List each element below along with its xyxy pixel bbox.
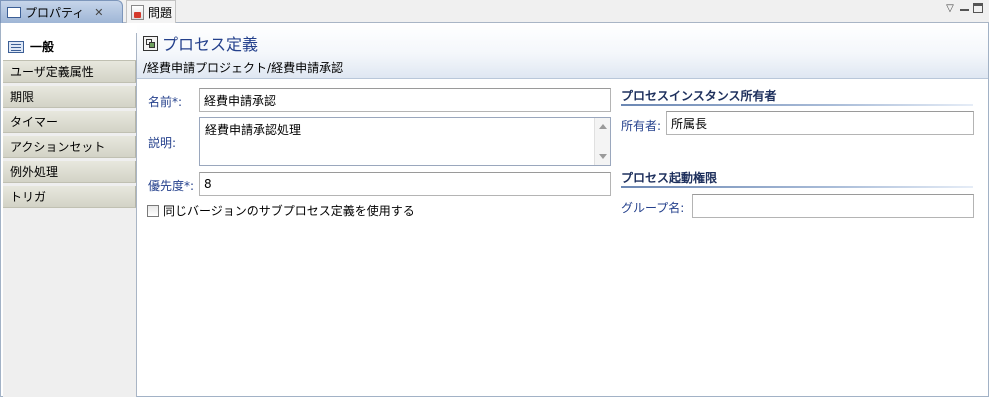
list-icon <box>8 40 24 53</box>
tab-properties[interactable]: プロパティ ✕ <box>0 0 123 23</box>
side-tab-user-attributes[interactable]: ユーザ定義属性 <box>3 61 136 83</box>
owner-field-value: 所属長 <box>671 116 708 131</box>
tab-problems[interactable]: 問題 <box>126 0 176 23</box>
description-field[interactable]: 経費申請承認処理 <box>199 117 611 166</box>
page-title: プロセス定義 <box>143 31 258 55</box>
same-version-checkbox[interactable] <box>147 204 159 217</box>
section-header: プロセス定義 /経費申請プロジェクト/経費申請承認 <box>137 24 988 79</box>
breadcrumb: /経費申請プロジェクト/経費申請承認 <box>143 61 344 75</box>
owner-section-title: プロセスインスタンス所有者 <box>621 89 777 103</box>
group-name-label: グループ名: <box>621 201 685 215</box>
side-tab-label: アクションセット <box>10 140 106 154</box>
property-side-tabs: 一般 ユーザ定義属性 期限 タイマー アクションセット 例外処理 トリガ <box>3 33 136 397</box>
description-label: 説明: <box>148 136 177 150</box>
priority-field-value: 8 <box>204 177 212 191</box>
side-tab-label: 期限 <box>10 90 35 104</box>
problems-icon <box>131 4 144 20</box>
view-menu-icon[interactable]: ▽ <box>944 3 956 15</box>
side-tab-label: 一般 <box>30 40 55 54</box>
group-name-field[interactable] <box>692 194 974 218</box>
side-tab-label: タイマー <box>10 115 59 129</box>
scroll-up-icon[interactable] <box>599 124 607 129</box>
maximize-icon[interactable] <box>973 3 983 13</box>
minimize-icon[interactable] <box>960 4 969 11</box>
close-icon[interactable]: ✕ <box>94 6 103 19</box>
side-tab-label: ユーザ定義属性 <box>10 65 94 79</box>
name-label: 名前*: <box>148 95 183 109</box>
owner-label: 所有者: <box>621 119 662 133</box>
priority-label: 優先度*: <box>148 179 195 193</box>
properties-icon <box>7 6 21 18</box>
view-tab-bar: プロパティ ✕ 問題 ▽ <box>0 0 989 23</box>
scroll-down-icon[interactable] <box>599 154 607 159</box>
side-tab-exception[interactable]: 例外処理 <box>3 161 136 183</box>
start-permission-section-divider <box>621 186 973 188</box>
side-tab-timer[interactable]: タイマー <box>3 111 136 133</box>
side-tab-general[interactable]: 一般 <box>3 33 136 61</box>
tab-properties-label: プロパティ <box>25 5 85 20</box>
side-tab-label: トリガ <box>10 190 47 204</box>
side-tab-label: 例外処理 <box>10 165 59 179</box>
side-tab-trigger[interactable]: トリガ <box>3 186 136 208</box>
start-permission-section-title: プロセス起動権限 <box>621 171 718 185</box>
same-version-subprocess-option[interactable]: 同じバージョンのサブプロセス定義を使用する <box>147 202 415 219</box>
owner-field[interactable]: 所属長 <box>666 111 974 135</box>
side-tabs-divider <box>136 33 137 397</box>
view-window-controls: ▽ <box>944 3 983 15</box>
side-tab-action-set[interactable]: アクションセット <box>3 136 136 158</box>
name-field-value: 経費申請承認 <box>204 93 277 108</box>
owner-section-divider <box>621 104 973 106</box>
name-field[interactable]: 経費申請承認 <box>199 88 611 112</box>
priority-field[interactable]: 8 <box>199 172 611 196</box>
same-version-label: 同じバージョンのサブプロセス定義を使用する <box>163 204 415 218</box>
side-tab-deadline[interactable]: 期限 <box>3 86 136 108</box>
page-title-text: プロセス定義 <box>162 35 259 54</box>
tab-problems-label: 問題 <box>148 5 173 20</box>
process-definition-icon <box>143 35 158 51</box>
description-field-value: 経費申請承認処理 <box>205 123 302 137</box>
description-scrollbar[interactable] <box>594 118 610 165</box>
